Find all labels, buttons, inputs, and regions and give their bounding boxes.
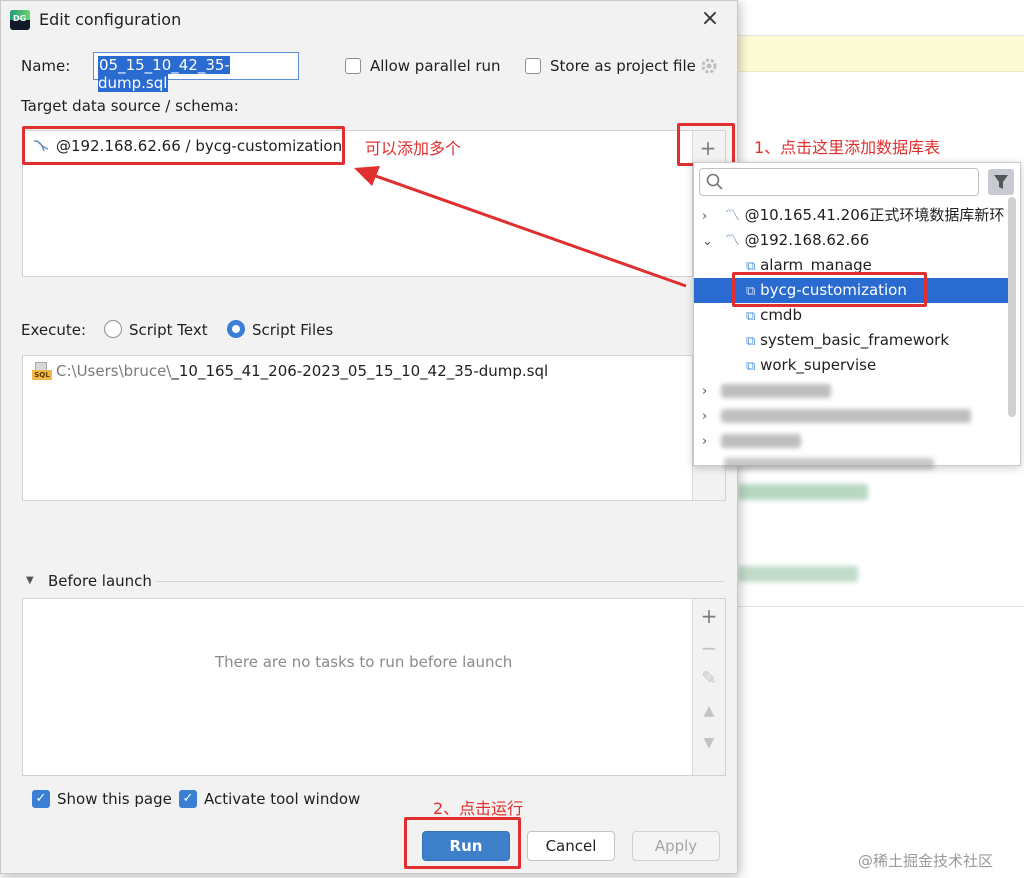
tree-item-label: cmdb [760,306,802,324]
watermark: @稀土掘金技术社区 [858,852,994,870]
apply-button[interactable]: Apply [632,831,720,861]
script-text-radio[interactable] [104,320,122,338]
move-up-button[interactable]: ▲ [697,703,721,719]
before-launch-label[interactable]: Before launch [48,572,152,590]
execute-label: Execute: [21,321,87,339]
empty-tasks-text: There are no tasks to run before launch [215,653,513,671]
blurred-content [738,484,868,500]
schema-icon: ⧉ [746,309,756,324]
file-path[interactable]: C:\Users\bruce\_10_165_41_206-2023_05_15… [56,362,548,380]
name-label: Name: [21,57,71,75]
background-lower-panel [738,606,1024,878]
script-files-label: Script Files [252,321,334,339]
script-text-label: Script Text [129,321,208,339]
before-launch-list [22,598,726,776]
edit-configuration-dialog: DG Edit configuration × Name: 05_15_10_4… [0,0,738,874]
tree-item-label: work_supervise [760,356,877,374]
gear-icon[interactable] [700,57,718,75]
target-label: Target data source / schema: [21,97,239,115]
datagrip-logo: DG [10,10,30,30]
annotation-arrow [354,166,687,288]
schema-picker-popup: › 〽 @10.165.41.206正式环境数据库新环 ⌄ 〽 @192.168… [693,162,1021,466]
mysql-icon: 〽 [724,206,740,224]
edit-task-button[interactable]: ✎ [697,668,721,689]
show-page-checkbox[interactable]: ✓ [32,790,50,808]
remove-task-button[interactable]: − [697,636,721,660]
tree-item-label: @10.165.41.206正式环境数据库新环 [744,206,1005,224]
mysql-icon: 〽 [724,231,740,249]
activate-tool-label: Activate tool window [204,790,361,808]
blurred-content [738,566,858,582]
tree-item-datasource[interactable]: ⌄ 〽 @192.168.62.66 [694,228,1014,253]
dialog-title: Edit configuration [39,10,182,29]
name-field[interactable]: 05_15_10_42_35-dump.sql [93,52,299,92]
annotation-box-run [404,817,521,869]
annotation-box-target [22,126,345,165]
background-notice-bar [738,36,1024,72]
allow-parallel-checkbox[interactable] [345,58,361,74]
store-project-label: Store as project file [550,57,696,75]
move-down-button[interactable]: ▼ [697,735,721,751]
blurred-content [724,458,934,470]
tree-item-datasource[interactable]: › 〽 @10.165.41.206正式环境数据库新环 [694,203,1014,228]
schema-search-input[interactable] [699,168,979,196]
background-toolbar [738,0,1024,36]
tree-item-blurred[interactable]: › [694,428,1014,453]
cancel-button[interactable]: Cancel [527,831,615,861]
schema-icon: ⧉ [746,359,756,374]
annotation-multi-add: 可以添加多个 [365,139,462,158]
filter-icon[interactable] [988,169,1014,195]
activate-tool-checkbox[interactable]: ✓ [179,790,197,808]
tree-item-blurred[interactable]: › [694,378,1014,403]
search-icon [706,173,723,190]
file-path-name: _10_165_41_206-2023_05_15_10_42_35-dump.… [171,362,549,380]
sql-file-icon: SQL [32,362,52,380]
tree-item-label: @192.168.62.66 [744,231,870,249]
popup-scrollbar[interactable] [1008,197,1016,417]
section-divider [156,581,724,582]
close-icon[interactable]: × [699,8,721,30]
annotation-box-schema [732,272,927,307]
name-value: 05_15_10_42_35-dump.sql [98,56,230,92]
tree-item-schema[interactable]: ⧉ work_supervise [694,353,1014,378]
tree-item-blurred[interactable]: › [694,403,1014,428]
tree-item-schema[interactable]: ⧉ system_basic_framework [694,328,1014,353]
script-files-radio[interactable] [227,320,245,338]
annotation-step1: 1、点击这里添加数据库表 [754,138,941,157]
file-path-prefix: C:\Users\bruce\ [56,362,172,380]
annotation-step2: 2、点击运行 [433,799,524,818]
schema-icon: ⧉ [746,334,756,349]
tree-item-label: system_basic_framework [760,331,950,349]
collapse-icon[interactable]: ▼ [26,575,34,586]
show-page-label: Show this page [57,790,172,808]
allow-parallel-label: Allow parallel run [370,57,501,75]
add-task-button[interactable]: + [697,604,721,628]
store-project-checkbox[interactable] [525,58,541,74]
